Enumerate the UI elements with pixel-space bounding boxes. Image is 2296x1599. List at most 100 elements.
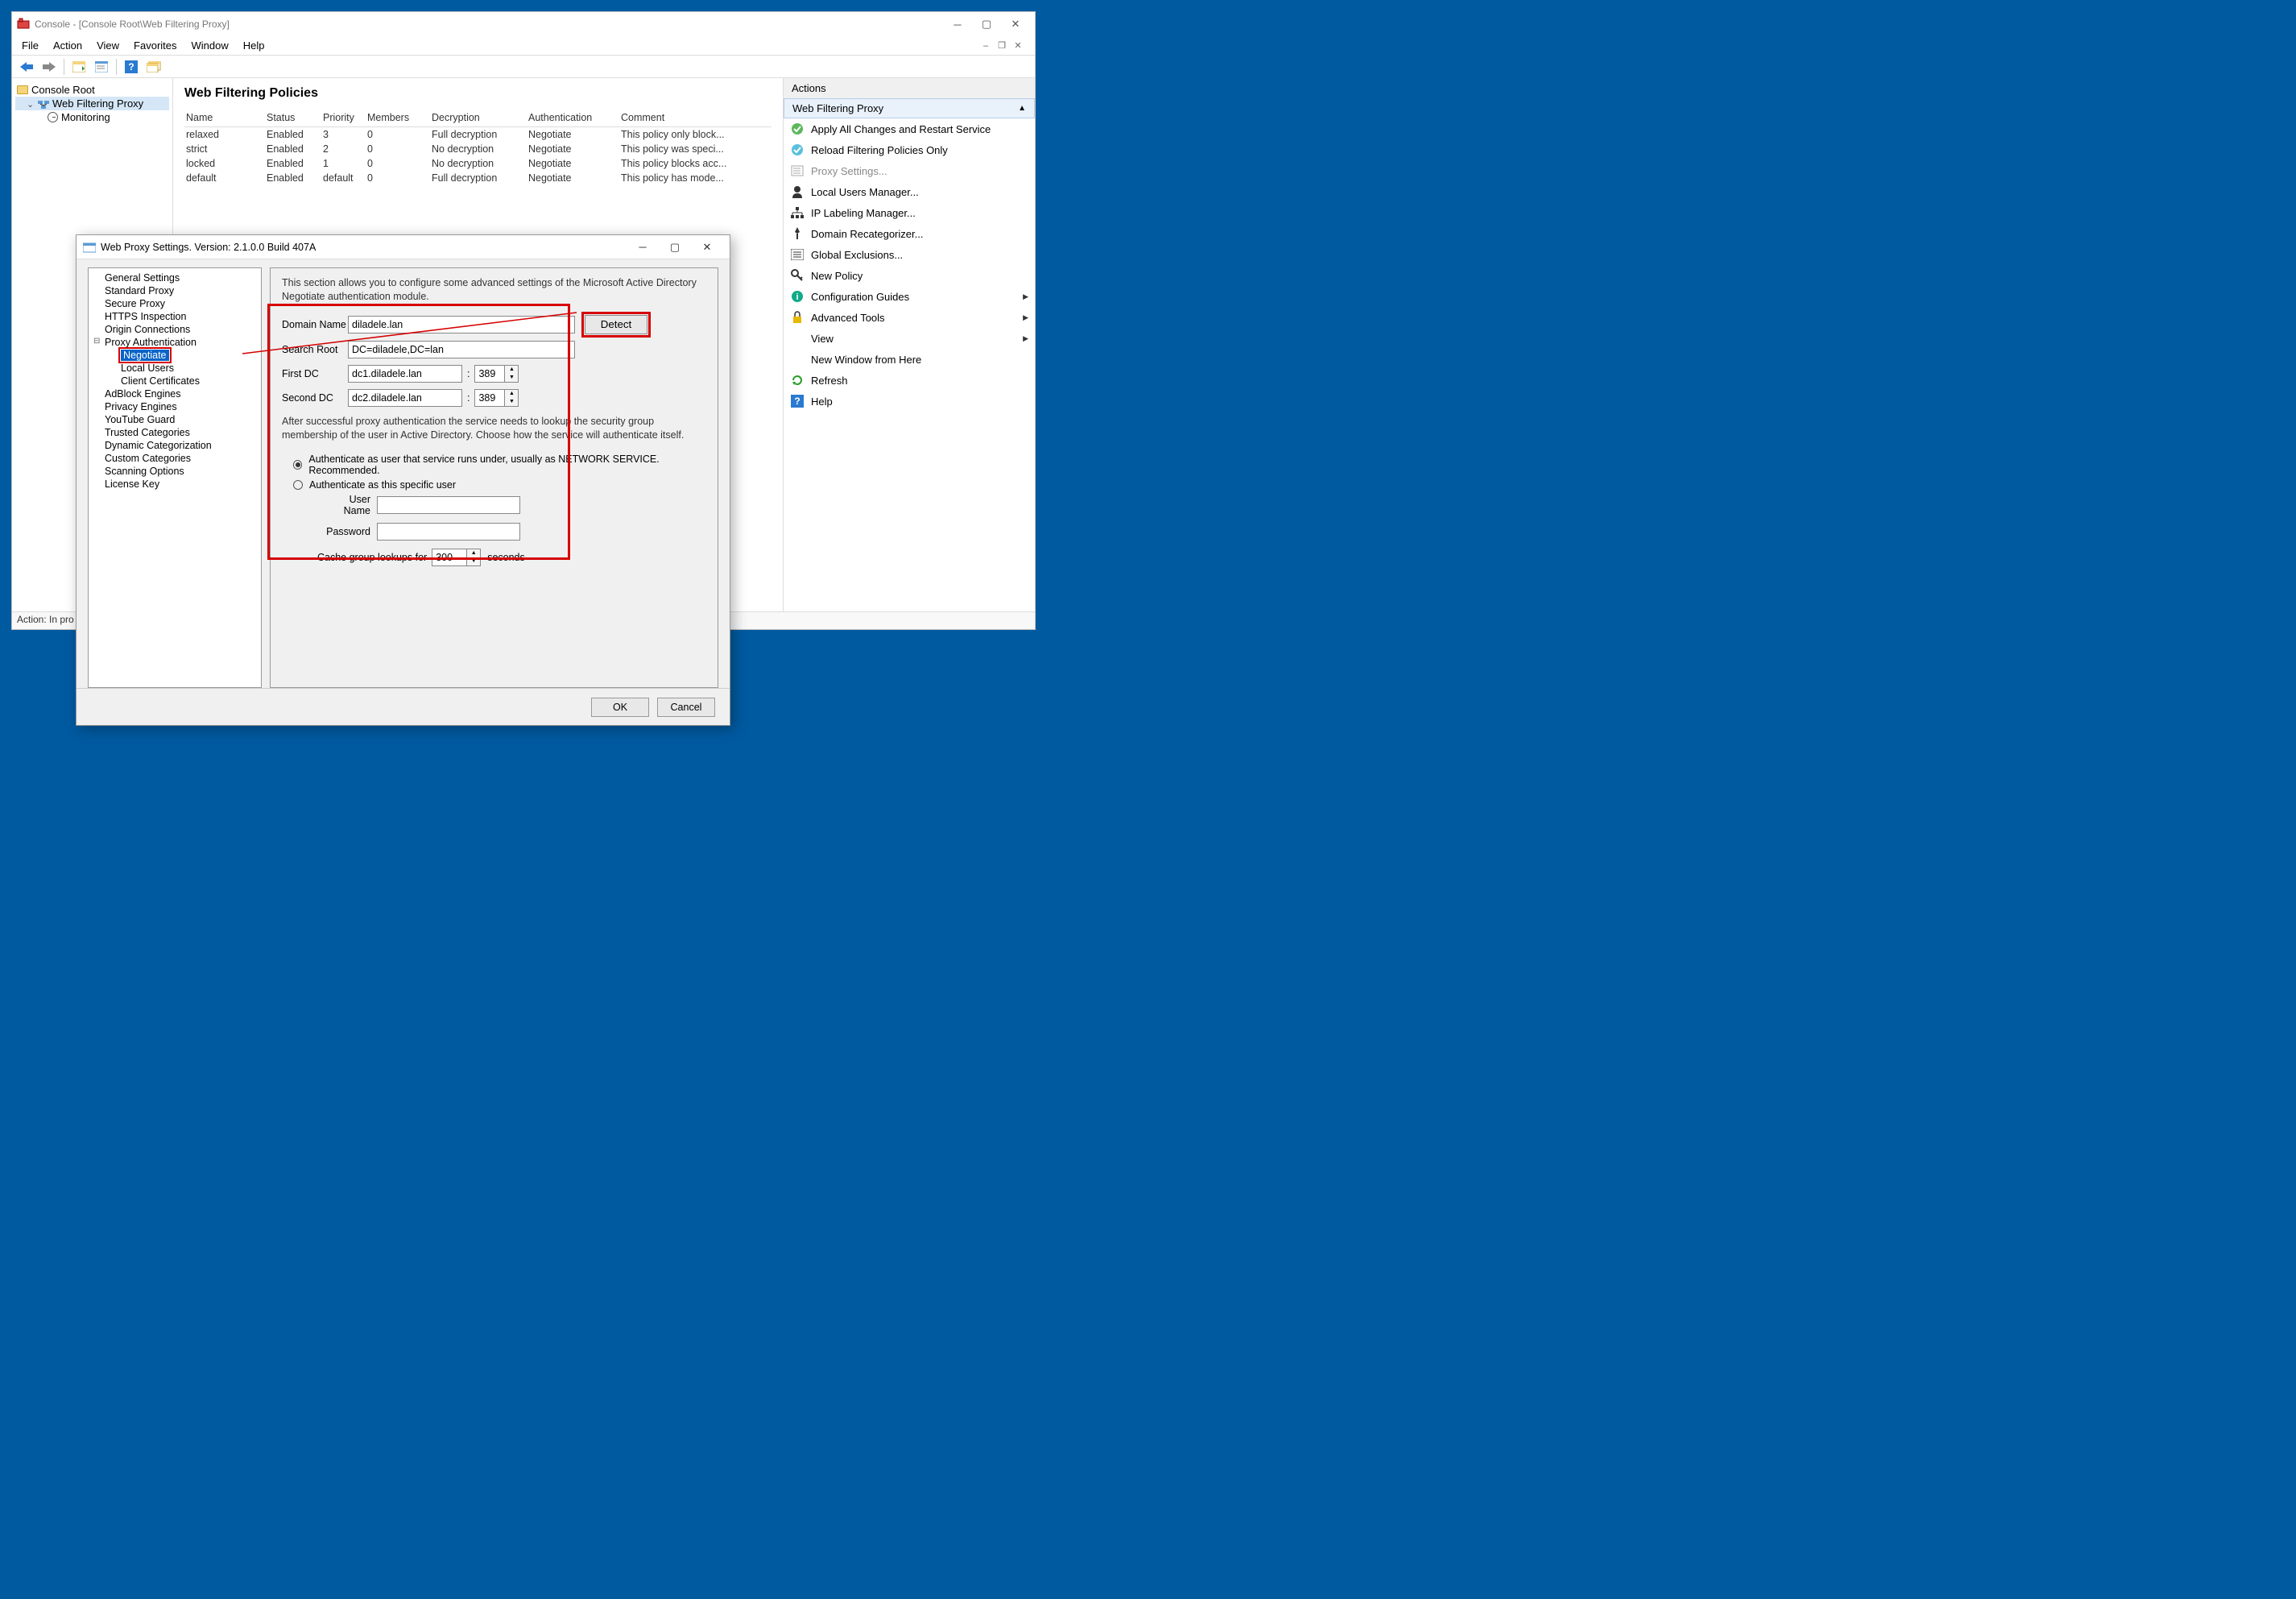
clock-icon <box>48 112 58 122</box>
dialog-maximize-button[interactable]: ▢ <box>659 238 691 257</box>
action-config-guides[interactable]: iConfiguration Guides <box>784 286 1035 307</box>
refresh-icon <box>790 373 805 387</box>
username-input[interactable] <box>377 496 520 514</box>
table-row[interactable]: strictEnabled20No decryptionNegotiateThi… <box>184 142 772 156</box>
menu-favorites[interactable]: Favorites <box>134 39 176 52</box>
svg-text:i: i <box>796 292 798 302</box>
minimize-button[interactable]: ─ <box>943 14 972 34</box>
tree-youtube-guard[interactable]: YouTube Guard <box>89 413 261 426</box>
table-row[interactable]: defaultEnableddefault0Full decryptionNeg… <box>184 171 772 185</box>
tree-secure-proxy[interactable]: Secure Proxy <box>89 297 261 310</box>
lock-icon <box>790 310 805 325</box>
show-hide-tree-button[interactable] <box>69 58 89 76</box>
close-button[interactable]: ✕ <box>1001 14 1030 34</box>
tree-general-settings[interactable]: General Settings <box>89 271 261 284</box>
action-local-users[interactable]: Local Users Manager... <box>784 181 1035 202</box>
cache-label-pre: Cache group lookups for <box>317 552 427 563</box>
tree-standard-proxy[interactable]: Standard Proxy <box>89 284 261 297</box>
action-reload-policies[interactable]: Reload Filtering Policies Only <box>784 139 1035 160</box>
app-icon <box>17 18 30 31</box>
chevron-down-icon <box>27 97 35 110</box>
action-new-window[interactable]: New Window from Here <box>784 349 1035 370</box>
radio-specific-user[interactable]: Authenticate as this specific user <box>293 479 706 491</box>
tree-proxy-authentication[interactable]: Proxy Authentication <box>89 336 261 349</box>
password-label: Password <box>321 526 377 537</box>
back-button[interactable] <box>17 58 36 76</box>
radio-network-service[interactable]: Authenticate as user that service runs u… <box>293 454 706 476</box>
action-new-policy[interactable]: New Policy <box>784 265 1035 286</box>
first-dc-input[interactable] <box>348 365 462 383</box>
second-dc-port-input[interactable] <box>474 389 505 407</box>
cache-seconds-input[interactable] <box>432 549 467 566</box>
table-row[interactable]: relaxedEnabled30Full decryptionNegotiate… <box>184 127 772 142</box>
tree-privacy-engines[interactable]: Privacy Engines <box>89 400 261 413</box>
forward-button[interactable] <box>39 58 59 76</box>
actions-pane: Actions Web Filtering Proxy▲ Apply All C… <box>784 78 1035 611</box>
tree-scanning-options[interactable]: Scanning Options <box>89 465 261 478</box>
action-proxy-settings[interactable]: Proxy Settings... <box>784 160 1035 181</box>
menu-bar: File Action View Favorites Window Help –… <box>12 36 1035 56</box>
menu-action[interactable]: Action <box>53 39 82 52</box>
mdi-minimize-button[interactable]: – <box>978 39 993 52</box>
table-header[interactable]: Name Status Priority Members Decryption … <box>184 109 772 127</box>
menu-view[interactable]: View <box>97 39 119 52</box>
tree-console-root[interactable]: Console Root <box>15 83 169 97</box>
first-dc-port-stepper[interactable]: ▲▼ <box>505 365 519 383</box>
tree-origin-connections[interactable]: Origin Connections <box>89 323 261 336</box>
tree-https-inspection[interactable]: HTTPS Inspection <box>89 310 261 323</box>
tree-client-certificates[interactable]: Client Certificates <box>89 375 261 387</box>
action-domain-recat[interactable]: Domain Recategorizer... <box>784 223 1035 244</box>
cache-seconds-stepper[interactable]: ▲▼ <box>467 549 481 566</box>
dialog-title-bar: Web Proxy Settings. Version: 2.1.0.0 Bui… <box>77 235 730 259</box>
menu-file[interactable]: File <box>22 39 39 52</box>
user-icon <box>790 184 805 199</box>
help-button[interactable]: ? <box>122 58 141 76</box>
check-green-icon <box>790 122 805 136</box>
tree-custom-categories[interactable]: Custom Categories <box>89 452 261 465</box>
table-row[interactable]: lockedEnabled10No decryptionNegotiateThi… <box>184 156 772 171</box>
detect-button[interactable]: Detect <box>585 315 647 334</box>
tree-monitoring[interactable]: Monitoring <box>15 110 169 124</box>
tree-trusted-categories[interactable]: Trusted Categories <box>89 426 261 439</box>
form-description: This section allows you to configure som… <box>282 276 706 304</box>
tree-negotiate[interactable]: Negotiate <box>89 349 261 362</box>
proxy-settings-dialog: Web Proxy Settings. Version: 2.1.0.0 Bui… <box>76 234 730 726</box>
title-bar: Console - [Console Root\Web Filtering Pr… <box>12 12 1035 36</box>
second-dc-input[interactable] <box>348 389 462 407</box>
menu-window[interactable]: Window <box>192 39 229 52</box>
action-help[interactable]: ?Help <box>784 391 1035 412</box>
dialog-close-button[interactable]: ✕ <box>691 238 723 257</box>
search-root-input[interactable] <box>348 341 575 358</box>
tree-web-filtering-proxy[interactable]: Web Filtering Proxy <box>15 97 169 110</box>
action-global-exclusions[interactable]: Global Exclusions... <box>784 244 1035 265</box>
mdi-close-button[interactable]: ✕ <box>1011 39 1025 52</box>
action-ip-labeling[interactable]: IP Labeling Manager... <box>784 202 1035 223</box>
pin-icon <box>790 226 805 241</box>
help-icon: ? <box>790 394 805 408</box>
page-title: Web Filtering Policies <box>184 86 772 101</box>
tree-local-users[interactable]: Local Users <box>89 362 261 375</box>
domain-name-input[interactable] <box>348 316 575 333</box>
check-blue-icon <box>790 143 805 157</box>
new-window-button[interactable] <box>144 58 163 76</box>
tree-license-key[interactable]: License Key <box>89 478 261 491</box>
first-dc-port-input[interactable] <box>474 365 505 383</box>
action-apply-changes[interactable]: Apply All Changes and Restart Service <box>784 118 1035 139</box>
properties-button[interactable] <box>92 58 111 76</box>
action-advanced-tools[interactable]: Advanced Tools <box>784 307 1035 328</box>
cancel-button[interactable]: Cancel <box>657 698 715 717</box>
maximize-button[interactable]: ▢ <box>972 14 1001 34</box>
dialog-minimize-button[interactable]: ─ <box>627 238 659 257</box>
mdi-restore-button[interactable]: ❐ <box>995 39 1009 52</box>
tree-adblock-engines[interactable]: AdBlock Engines <box>89 387 261 400</box>
ok-button[interactable]: OK <box>591 698 649 717</box>
password-input[interactable] <box>377 523 520 541</box>
settings-icon <box>790 164 805 178</box>
action-refresh[interactable]: Refresh <box>784 370 1035 391</box>
tree-dynamic-categorization[interactable]: Dynamic Categorization <box>89 439 261 452</box>
action-view[interactable]: View <box>784 328 1035 349</box>
policies-table: Name Status Priority Members Decryption … <box>184 109 772 185</box>
second-dc-port-stepper[interactable]: ▲▼ <box>505 389 519 407</box>
actions-subheader[interactable]: Web Filtering Proxy▲ <box>784 98 1035 118</box>
menu-help[interactable]: Help <box>243 39 265 52</box>
